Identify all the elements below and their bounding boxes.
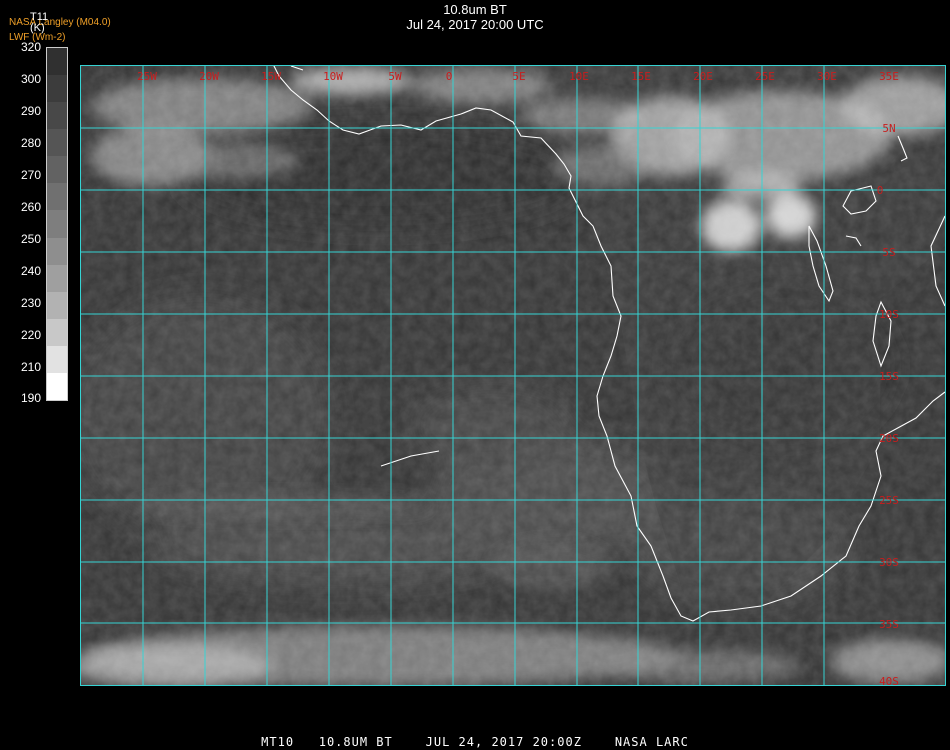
colorbar-segment <box>47 129 67 156</box>
lon-label-15e: 15E <box>631 70 651 83</box>
lat-label-5s: 5S <box>882 246 895 259</box>
lon-label-10w: 10W <box>323 70 343 83</box>
colorbar-segment <box>47 210 67 238</box>
temperature-colorbar <box>46 47 68 401</box>
colorbar-tick-label: 240 <box>20 264 41 278</box>
lat-label-35s: 35S <box>879 618 899 631</box>
colorbar-segment <box>47 319 67 346</box>
colorbar-unit: (K) <box>30 22 45 34</box>
colorbar-segment <box>47 102 67 129</box>
lat-label-30s: 30S <box>879 556 899 569</box>
colorbar-segment <box>47 265 67 292</box>
colorbar-segment <box>47 346 67 373</box>
lon-label-5e: 5E <box>512 70 525 83</box>
lon-label-10e: 10E <box>569 70 589 83</box>
colorbar-tick-label: 270 <box>20 168 41 182</box>
lon-label-20w: 20W <box>199 70 219 83</box>
lon-label-35e: 35E <box>879 70 899 83</box>
colorbar-tick-label: 280 <box>20 136 41 150</box>
colorbar-segment <box>47 48 67 75</box>
colorbar-tick-label: 250 <box>20 232 41 246</box>
satellite-map: 25W 20W 15W 10W 5W 0 5E 10E 15E 20E 25E … <box>80 65 946 686</box>
lat-label-5n: 5N <box>882 122 895 135</box>
lon-label-20e: 20E <box>693 70 713 83</box>
lat-label-10s: 10S <box>879 308 899 321</box>
lon-label-15w: 15W <box>261 70 281 83</box>
lat-label-40s: 40S <box>879 675 899 685</box>
colorbar-segment <box>47 183 67 210</box>
footer-caption: MT10 10.8UM BT JUL 24, 2017 20:00Z NASA … <box>261 735 689 749</box>
colorbar-segment <box>47 292 67 319</box>
colorbar-tick-label: 260 <box>20 200 41 214</box>
image-title: 10.8um BT <box>443 2 507 17</box>
lat-label-0: 0 <box>877 184 884 197</box>
colorbar-tick-label: 190 <box>20 391 41 405</box>
satellite-imagery: 25W 20W 15W 10W 5W 0 5E 10E 15E 20E 25E … <box>81 66 945 685</box>
lat-label-15s: 15S <box>879 370 899 383</box>
colorbar-segment <box>47 373 67 400</box>
lon-label-30e: 30E <box>817 70 837 83</box>
lat-label-25s: 25S <box>879 494 899 507</box>
colorbar-tick-label: 230 <box>20 296 41 310</box>
colorbar-tick-label: 290 <box>20 104 41 118</box>
colorbar-tick-label: 220 <box>20 328 41 342</box>
colorbar-segment <box>47 238 67 265</box>
lon-label-25e: 25E <box>755 70 775 83</box>
lon-label-0: 0 <box>446 70 453 83</box>
lon-label-5w: 5W <box>388 70 402 83</box>
colorbar-segment <box>47 75 67 102</box>
colorbar-tick-label: 320 <box>20 40 41 54</box>
lon-label-25w: 25W <box>137 70 157 83</box>
lat-label-20s: 20S <box>879 432 899 445</box>
image-timestamp: Jul 24, 2017 20:00 UTC <box>406 17 544 32</box>
colorbar-tick-label: 300 <box>20 72 41 86</box>
source-credit: NASA Langley (M04.0) <box>9 17 111 28</box>
colorbar-tick-label: 210 <box>20 360 41 374</box>
colorbar-segment <box>47 156 67 183</box>
